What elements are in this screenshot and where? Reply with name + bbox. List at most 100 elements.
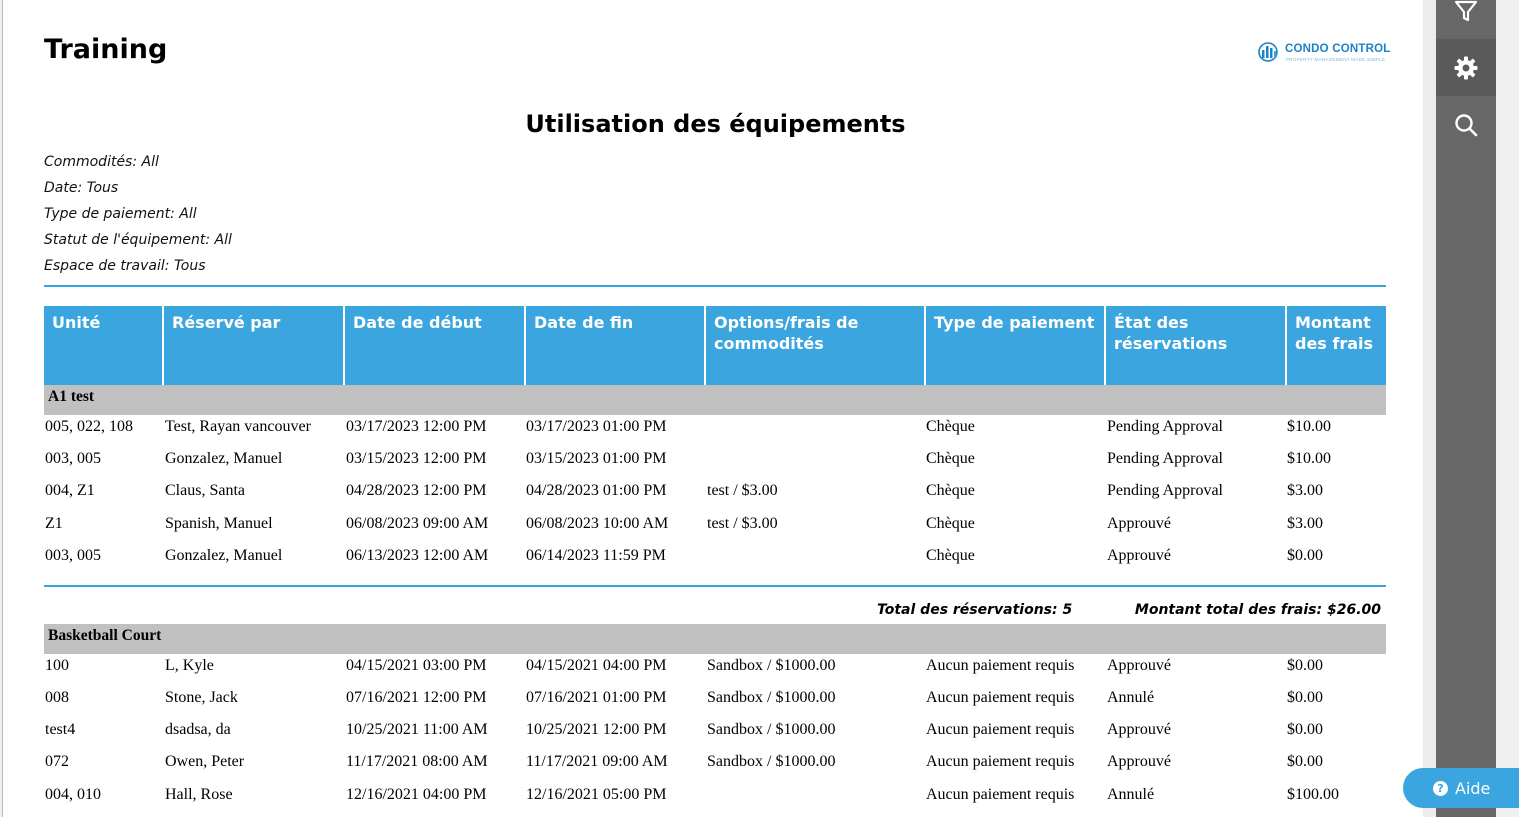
col-header-fees: Montant des frais [1287, 306, 1386, 385]
table-row: 005, 022, 108 Test, Rayan vancouver 03/1… [44, 415, 1386, 439]
cell-fees: $0.00 [1287, 657, 1323, 674]
cell-payment-type: Chèque [926, 450, 975, 467]
col-header-unit: Unité [44, 306, 164, 385]
search-button[interactable] [1436, 96, 1496, 153]
cell-status: Approuvé [1107, 515, 1171, 532]
cell-options: Sandbox / $1000.00 [707, 721, 836, 738]
cell-reserved-by: Gonzalez, Manuel [165, 450, 283, 467]
col-header-status: État des réservations [1106, 306, 1287, 385]
cell-unit: 003, 005 [45, 450, 101, 467]
scrollbar-track[interactable] [1423, 0, 1436, 817]
cell-reserved-by: Claus, Santa [165, 482, 245, 499]
cell-status: Pending Approval [1107, 450, 1223, 467]
report-toolbar [1436, 0, 1496, 817]
cell-reserved-by: L, Kyle [165, 657, 214, 674]
search-icon [1455, 113, 1478, 136]
cell-reserved-by: Owen, Peter [165, 753, 245, 770]
cell-fees: $0.00 [1287, 753, 1323, 770]
table-row: 003, 005 Gonzalez, Manuel 06/13/2023 12:… [44, 544, 1386, 568]
cell-unit: 005, 022, 108 [45, 418, 133, 435]
cell-payment-type: Aucun paiement requis [926, 721, 1075, 738]
divider [44, 585, 1386, 587]
cell-payment-type: Aucun paiement requis [926, 753, 1075, 770]
table-row: 072 Owen, Peter 11/17/2021 08:00 AM 11/1… [44, 750, 1386, 774]
cell-end-date: 03/15/2023 01:00 PM [526, 450, 667, 467]
cell-status: Annulé [1107, 689, 1155, 706]
condo-control-logo: CONDO CONTROL PROPERTY MANAGEMENT MADE S… [1257, 40, 1391, 66]
cell-start-date: 10/25/2021 11:00 AM [346, 721, 488, 738]
cell-fees: $0.00 [1287, 721, 1323, 738]
divider [44, 285, 1386, 287]
cell-reserved-by: Spanish, Manuel [165, 515, 273, 532]
logo-name: CONDO CONTROL [1285, 43, 1391, 55]
cell-end-date: 07/16/2021 01:00 PM [526, 689, 667, 706]
cell-payment-type: Chèque [926, 482, 975, 499]
cell-unit: 004, Z1 [45, 482, 95, 499]
cell-payment-type: Chèque [926, 515, 975, 532]
cell-unit: 100 [45, 657, 69, 674]
report-main-title: Utilisation des équipements [525, 110, 906, 138]
cell-fees: $3.00 [1287, 482, 1323, 499]
logo-tagline: PROPERTY MANAGEMENT MADE SIMPLE [1286, 57, 1386, 62]
cell-start-date: 06/13/2023 12:00 AM [346, 547, 489, 564]
cell-end-date: 06/08/2023 10:00 AM [526, 515, 669, 532]
cell-fees: $10.00 [1287, 450, 1331, 467]
cell-fees: $3.00 [1287, 515, 1323, 532]
cell-start-date: 12/16/2021 04:00 PM [346, 786, 487, 803]
cell-payment-type: Aucun paiement requis [926, 657, 1075, 674]
col-header-payment-type: Type de paiement [926, 306, 1106, 385]
cell-options: test / $3.00 [707, 482, 778, 499]
help-button[interactable]: ? Aide [1403, 768, 1519, 808]
cell-end-date: 10/25/2021 12:00 PM [526, 721, 667, 738]
cell-start-date: 07/16/2021 12:00 PM [346, 689, 487, 706]
col-header-end-date: Date de fin [526, 306, 706, 385]
table-row: Z1 Spanish, Manuel 06/08/2023 09:00 AM 0… [44, 512, 1386, 536]
cell-status: Approuvé [1107, 753, 1171, 770]
table-row: 004, 010 Hall, Rose 12/16/2021 04:00 PM … [44, 783, 1386, 807]
cell-fees: $10.00 [1287, 418, 1331, 435]
cell-start-date: 04/28/2023 12:00 PM [346, 482, 487, 499]
cell-status: Approuvé [1107, 721, 1171, 738]
gear-icon [1454, 56, 1478, 79]
total-fees: Montant total des frais: $26.00 [1134, 602, 1381, 618]
cell-fees: $100.00 [1287, 786, 1339, 803]
settings-button[interactable] [1436, 39, 1496, 96]
cell-reserved-by: Hall, Rose [165, 786, 233, 803]
cell-end-date: 04/28/2023 01:00 PM [526, 482, 667, 499]
filter-icon [1454, 0, 1478, 21]
cell-end-date: 06/14/2023 11:59 PM [526, 547, 666, 564]
table-row: 100 L, Kyle 04/15/2021 03:00 PM 04/15/20… [44, 654, 1386, 678]
group-header: Basketball Court [44, 624, 1386, 654]
help-icon: ? [1433, 780, 1448, 796]
cell-unit: 003, 005 [45, 547, 101, 564]
total-reservations: Total des réservations: 5 [877, 602, 1073, 618]
cell-start-date: 03/17/2023 12:00 PM [346, 418, 487, 435]
col-header-start-date: Date de début [345, 306, 526, 385]
cell-options: Sandbox / $1000.00 [707, 689, 836, 706]
table-row: 008 Stone, Jack 07/16/2021 12:00 PM 07/1… [44, 686, 1386, 710]
table-row: 003, 005 Gonzalez, Manuel 03/15/2023 12:… [44, 447, 1386, 471]
table-row: 004, Z1 Claus, Santa 04/28/2023 12:00 PM… [44, 479, 1386, 503]
cell-unit: Z1 [45, 515, 63, 532]
cell-options: Sandbox / $1000.00 [707, 657, 836, 674]
cell-unit: 004, 010 [45, 786, 101, 803]
cell-reserved-by: dsadsa, da [165, 721, 231, 738]
org-title: Training [44, 34, 168, 65]
report-page: Training CONDO CONTROL PROPERTY MANAGEME… [2, 0, 1424, 817]
cell-reserved-by: Test, Rayan vancouver [165, 418, 311, 435]
cell-options: Sandbox / $1000.00 [707, 753, 836, 770]
cell-status: Approuvé [1107, 657, 1171, 674]
cell-unit: test4 [45, 721, 76, 738]
cell-reserved-by: Stone, Jack [165, 689, 238, 706]
cell-end-date: 12/16/2021 05:00 PM [526, 786, 667, 803]
cell-end-date: 11/17/2021 09:00 AM [526, 753, 668, 770]
filter-button[interactable] [1436, 0, 1496, 39]
cell-options: test / $3.00 [707, 515, 778, 532]
cell-status: Pending Approval [1107, 482, 1223, 499]
cell-payment-type: Aucun paiement requis [926, 786, 1075, 803]
cell-start-date: 04/15/2021 03:00 PM [346, 657, 487, 674]
cell-start-date: 03/15/2023 12:00 PM [346, 450, 487, 467]
cell-payment-type: Chèque [926, 418, 975, 435]
col-header-reserved-by: Réservé par [164, 306, 345, 385]
cell-start-date: 06/08/2023 09:00 AM [346, 515, 489, 532]
